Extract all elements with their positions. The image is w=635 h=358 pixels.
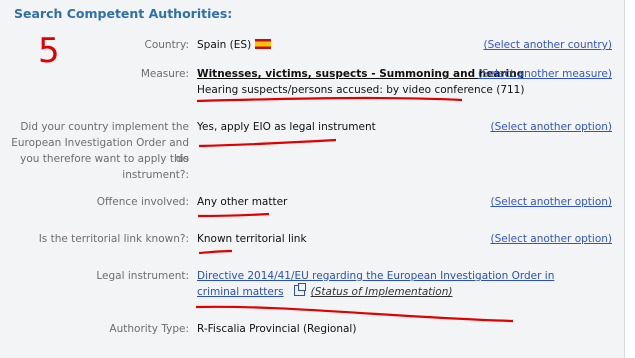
select-another-option-link-territorial[interactable]: (Select another option) [490,231,612,247]
status-of-implementation-link[interactable]: (Status of Implementation) [311,286,453,298]
country-name: Spain (ES) [197,39,252,51]
directive-link-line-1[interactable]: Directive 2014/41/EU regarding the Europ… [197,270,554,282]
measure-subvalue: Hearing suspects/persons accused: by vid… [197,84,525,96]
territorial-label: Is the territorial link known?: [38,233,189,245]
legal-instrument-label: Legal instrument: [96,270,189,282]
country-value: Spain (ES) [197,37,272,53]
legal-instrument-value-line-2: criminal matters (Status of Implementatio… [197,283,453,300]
eio-value: Yes, apply EIO as legal instrument [197,121,376,133]
select-another-option-link-eio[interactable]: (Select another option) [490,119,612,135]
legal-instrument-value: Directive 2014/41/EU regarding the Europ… [197,268,554,284]
country-label: Country: [144,39,190,51]
territorial-value: Known territorial link [197,233,307,245]
search-panel: Search Competent Authorities: Country: S… [0,0,625,358]
select-another-measure-link[interactable]: (Select another measure) [478,66,612,82]
eio-label-line-1: Did your country implement the [20,121,189,133]
directive-link-line-2[interactable]: criminal matters [197,286,284,298]
eio-label-line-4: instrument?: [122,169,189,181]
spain-flag-icon [255,39,272,49]
eio-label-line-3: you therefore want to apply this [20,153,189,165]
select-another-option-link-offence[interactable]: (Select another option) [490,194,612,210]
measure-value: Witnesses, victims, suspects - Summoning… [197,68,525,80]
authority-type-label: Authority Type: [109,323,189,335]
offence-label: Offence involved: [96,196,189,208]
section-heading: Search Competent Authorities: [14,6,233,21]
authority-type-value: R-Fiscalia Provincial (Regional) [197,323,357,335]
external-link-icon[interactable] [293,283,306,296]
measure-label: Measure: [140,68,189,80]
offence-value: Any other matter [197,196,288,208]
select-another-country-link[interactable]: (Select another country) [484,37,612,53]
